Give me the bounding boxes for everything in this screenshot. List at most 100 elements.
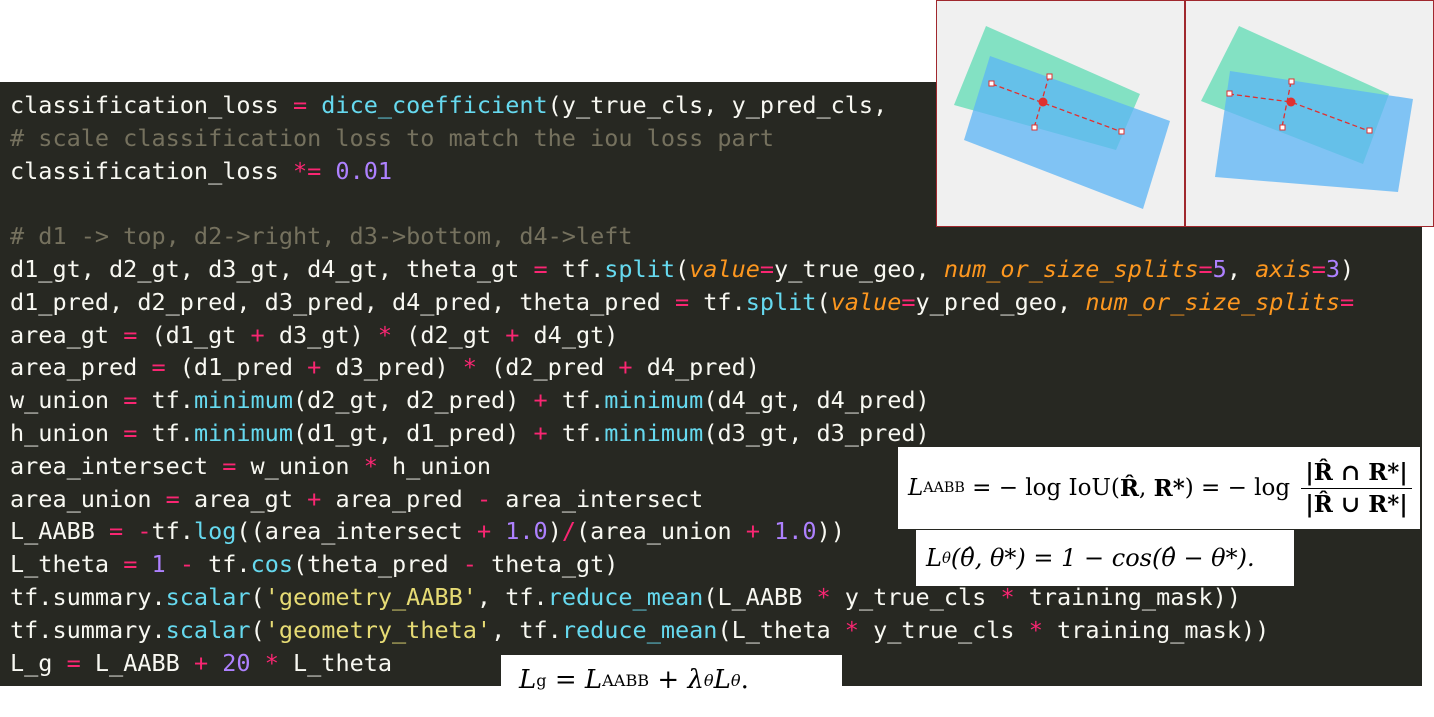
code-token: d3_gt) — [264, 320, 378, 349]
formula-total-plus: + λ — [649, 665, 704, 695]
code-token: + — [250, 320, 265, 349]
code-token: num_or_size_splits — [1085, 287, 1340, 316]
code-token: (d2_gt, d2_pred) — [292, 386, 534, 415]
pred-box — [1215, 71, 1413, 192]
code-token: + — [533, 418, 548, 447]
code-token: ( — [816, 287, 831, 316]
code-token: * — [844, 615, 859, 644]
formula-aabb-fraction: |R̂ ∩ R*| |R̂ ∪ R*| — [1301, 459, 1412, 518]
formula-aabb-eq1: = − log IoU( — [964, 475, 1120, 501]
code-token: scalar — [165, 615, 251, 644]
code-token: ) — [547, 517, 562, 546]
code-token: y_pred_geo, — [915, 287, 1086, 316]
code-line: w_union = tf.minimum(d2_gt, d2_pred) + t… — [10, 384, 1354, 417]
formula-total-tail: L — [713, 665, 731, 695]
code-token: = — [165, 484, 180, 513]
code-token: = — [759, 254, 775, 283]
code-token: (d3_gt, d3_pred) — [703, 418, 930, 447]
code-token: (d2_gt — [392, 320, 506, 349]
code-token: 'geometry_theta' — [264, 615, 492, 644]
code-token: tf. — [547, 254, 605, 283]
code-token: , tf. — [491, 615, 562, 644]
code-token: = — [533, 254, 548, 283]
code-token: (L_theta — [717, 615, 845, 644]
code-token: area_gt — [10, 320, 124, 349]
code-token: * — [816, 582, 831, 611]
code-token: tf.summary. — [10, 582, 166, 611]
code-line: area_gt = (d1_gt + d3_gt) * (d2_gt + d4_… — [10, 319, 1354, 352]
code-token: * — [1028, 615, 1043, 644]
code-token: + — [618, 353, 633, 382]
code-token: + — [505, 320, 520, 349]
code-token: , tf. — [476, 582, 548, 611]
code-token: reduce_mean — [547, 582, 704, 611]
code-token: (d1_gt, d1_pred) — [292, 418, 534, 447]
code-token: - — [462, 550, 477, 579]
code-token: = — [292, 91, 308, 119]
formula-total-end: . — [740, 665, 749, 695]
code-token: * — [1000, 582, 1015, 611]
code-token: minimum — [193, 418, 293, 447]
code-token: tf. — [151, 517, 194, 546]
code-token: area_intersect — [10, 451, 223, 480]
code-token: tf. — [137, 418, 194, 447]
code-token: - — [137, 517, 152, 546]
formula-total-lambda-sub: θ — [703, 670, 714, 690]
code-token: *= — [292, 156, 322, 185]
code-token: = — [1339, 287, 1355, 316]
code-token: d1_pred, d2_pred, d3_pred, d4_pred, thet… — [10, 287, 675, 316]
code-token: (d4_gt, d4_pred) — [703, 386, 930, 415]
code-token: theta_gt) — [476, 550, 619, 579]
code-token: (d1_gt — [137, 320, 251, 349]
code-token: / — [561, 517, 577, 546]
code-token: tf. — [547, 386, 605, 415]
code-token: = — [151, 353, 166, 382]
center-point — [1038, 97, 1048, 107]
code-token: value — [689, 254, 760, 283]
box-diagram-left-svg — [954, 26, 1170, 209]
code-token: y_true_cls — [858, 615, 1029, 644]
code-token: (theta_pred — [293, 550, 463, 579]
code-token: classification_loss — [10, 91, 293, 119]
code-token: ) — [1340, 254, 1355, 283]
code-token: L_theta — [278, 648, 393, 677]
formula-aabb-lhs-sub: AABB — [923, 480, 965, 496]
code-token: - — [179, 550, 194, 579]
code-token: minimum — [604, 386, 704, 415]
code-token: minimum — [193, 386, 293, 415]
code-token: y_true_cls — [830, 582, 1001, 611]
code-token: dice_coefficient — [321, 91, 548, 119]
code-token: d3_pred) — [321, 353, 463, 382]
code-token: value — [830, 287, 902, 316]
formula-aabb-eq2: ) = − log — [1184, 475, 1298, 501]
code-token: = — [123, 386, 138, 415]
code-token: * — [264, 648, 279, 677]
code-line: d1_gt, d2_gt, d3_gt, d4_gt, theta_gt = t… — [10, 253, 1354, 286]
code-token: # d1 -> top, d2->right, d3->bottom, d4->… — [10, 222, 633, 251]
formula-aabb-rhat: R̂ — [1119, 474, 1139, 502]
code-token: L_AABB — [80, 648, 194, 677]
code-token: 'geometry_AABB' — [264, 582, 477, 611]
code-token: scalar — [165, 582, 251, 611]
code-token: tf. — [689, 287, 746, 316]
code-token: = — [901, 287, 916, 316]
formula-total-mid-sub: AABB — [602, 670, 650, 690]
code-token: training_mask)) — [1014, 582, 1241, 611]
code-token: reduce_mean — [561, 615, 718, 644]
code-token: * — [363, 451, 378, 480]
code-token: = — [123, 320, 138, 349]
code-token: = — [123, 550, 138, 579]
code-token: d1_gt, d2_gt, d3_gt, d4_gt, theta_gt — [10, 254, 534, 283]
code-token: d4_gt) — [519, 320, 619, 349]
code-token: area_intersect — [491, 484, 704, 513]
code-token: = — [1198, 254, 1213, 283]
code-token: num_or_size_splits — [943, 254, 1199, 283]
formula-theta: Lθ (θ̂, θ*) = 1 − cos(θ̂ − θ*). — [916, 530, 1294, 586]
